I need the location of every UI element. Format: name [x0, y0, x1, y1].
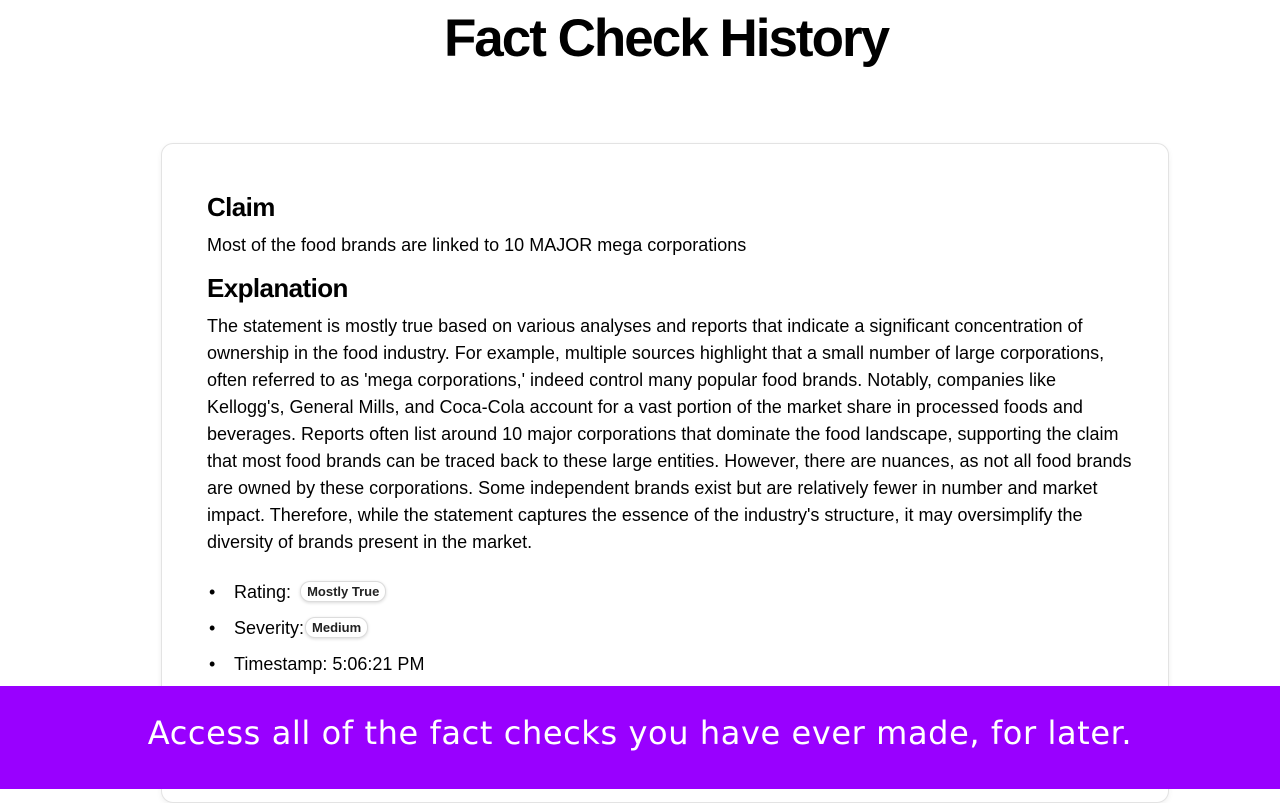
timestamp-item: • Timestamp: 5:06:21 PM: [207, 650, 1132, 686]
fact-check-content: Claim Most of the food brands are linked…: [207, 190, 1132, 686]
timestamp-label: Timestamp:: [234, 654, 328, 674]
severity-label: Severity:: [234, 618, 305, 638]
bullet: •: [209, 582, 216, 602]
severity-badge: Medium: [305, 616, 369, 638]
claim-heading: Claim: [207, 192, 275, 222]
promo-banner-text: Access all of the fact checks you have e…: [147, 713, 1133, 752]
claim-text: Most of the food brands are linked to 10…: [207, 235, 747, 255]
explanation-text: The statement is mostly true based on va…: [207, 316, 1132, 552]
page-title: Fact Check History: [443, 9, 890, 68]
promo-banner: Access all of the fact checks you have e…: [0, 686, 1280, 789]
severity-item: • Severity: Medium: [207, 614, 1132, 650]
rating-badge: Mostly True: [300, 580, 387, 602]
bullet: •: [209, 618, 216, 638]
fact-check-details-list: • Rating: Mostly True • Severity: Medium …: [207, 578, 1132, 686]
rating-label: Rating:: [234, 582, 292, 602]
explanation-heading: Explanation: [207, 273, 348, 303]
rating-item: • Rating: Mostly True: [207, 578, 1132, 614]
bullet: •: [209, 654, 216, 674]
timestamp-value: 5:06:21 PM: [332, 654, 425, 674]
